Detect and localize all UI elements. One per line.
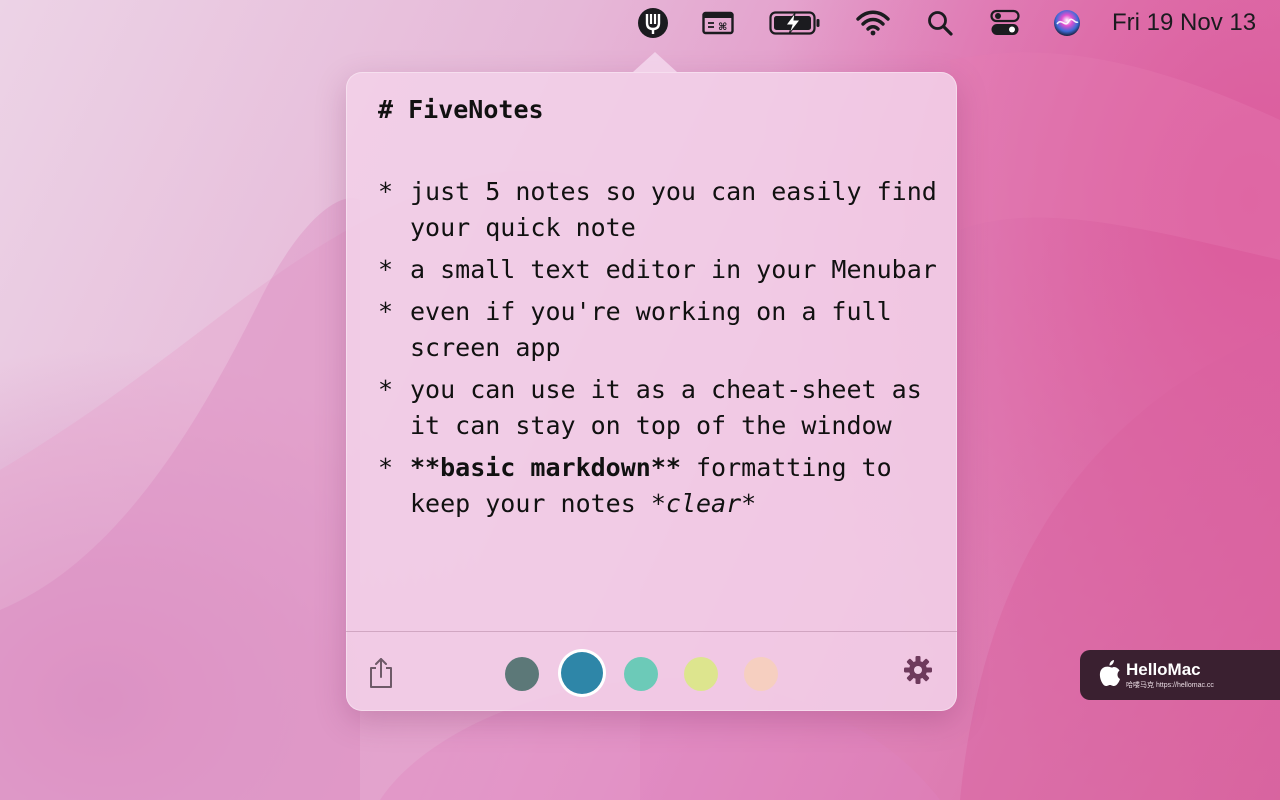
color-swatch-lime[interactable] — [684, 657, 718, 691]
hellomac-watermark: HelloMac 哈喽马克 https://hellomac.cc — [1080, 650, 1280, 700]
color-swatch-mint[interactable] — [624, 657, 658, 691]
list-item-text: you can use it as a cheat-sheet as it ca… — [410, 375, 922, 440]
bullet-marker: * — [378, 255, 394, 284]
list-item-text: **basic markdown** formatting to keep yo… — [410, 450, 938, 522]
menu-bar: ⌘ Fri 19 Nov 13 — [0, 0, 1280, 46]
list-item: * just 5 notes so you can easily find yo… — [378, 174, 938, 246]
control-center-icon[interactable] — [989, 8, 1021, 38]
color-swatch-slate[interactable] — [505, 657, 539, 691]
bullet-marker: * — [378, 297, 394, 326]
italic-markdown-text: *clear* — [650, 489, 757, 518]
popover-arrow — [633, 52, 677, 72]
gear-icon — [904, 656, 932, 684]
color-swatch-teal-blue[interactable] — [561, 652, 603, 694]
bullet-marker: * — [378, 453, 394, 482]
siri-icon[interactable] — [1052, 8, 1082, 38]
svg-text:⌘: ⌘ — [718, 22, 727, 33]
list-item: * you can use it as a cheat-sheet as it … — [378, 372, 938, 444]
wifi-icon[interactable] — [856, 8, 890, 38]
watermark-title: HelloMac — [1126, 660, 1201, 679]
color-swatch-peach[interactable] — [744, 657, 778, 691]
list-item-text: a small text editor in your Menubar — [410, 255, 937, 284]
watermark-subtitle: 哈喽马克 https://hellomac.cc — [1126, 682, 1214, 689]
keyboard-shortcut-icon[interactable]: ⌘ — [702, 8, 734, 38]
list-item: * a small text editor in your Menubar — [378, 252, 938, 288]
toolbar-divider — [346, 631, 957, 632]
bold-markdown-text: **basic markdown** — [410, 453, 681, 482]
fivenotes-icon[interactable] — [636, 8, 670, 38]
settings-button[interactable] — [902, 654, 934, 686]
fivenotes-popover: # FiveNotes * just 5 notes so you can ea… — [346, 52, 957, 711]
note-editor[interactable]: # FiveNotes * just 5 notes so you can ea… — [378, 92, 938, 622]
menubar-clock[interactable]: Fri 19 Nov 13 — [1112, 8, 1256, 38]
apple-logo-icon — [1099, 660, 1120, 686]
list-item-text: even if you're working on a full screen … — [410, 297, 892, 362]
list-item: * even if you're working on a full scree… — [378, 294, 938, 366]
bullet-marker: * — [378, 375, 394, 404]
bullet-marker: * — [378, 177, 394, 206]
share-button[interactable] — [366, 656, 396, 690]
note-heading: # FiveNotes — [378, 95, 544, 124]
list-item: * **basic markdown** formatting to keep … — [378, 450, 938, 522]
battery-charging-icon[interactable] — [769, 8, 821, 38]
search-icon[interactable] — [926, 8, 954, 38]
list-item-text: just 5 notes so you can easily find your… — [410, 177, 937, 242]
share-icon — [370, 658, 392, 688]
